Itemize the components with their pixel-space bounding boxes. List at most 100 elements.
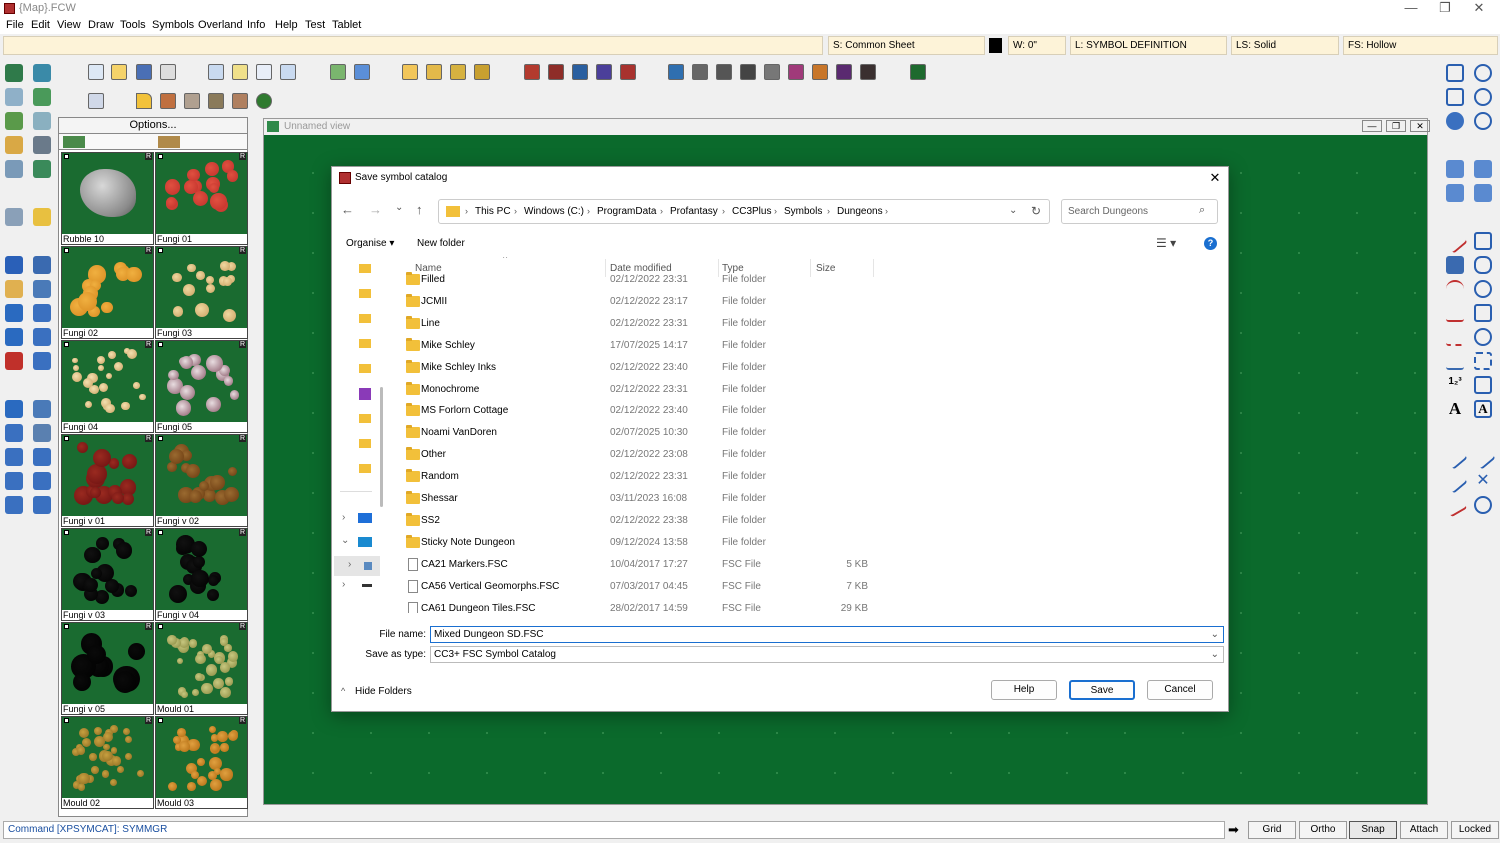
- catalog-manager-icon[interactable]: [474, 64, 490, 80]
- rectangle-icon[interactable]: [5, 472, 23, 490]
- stretch-icon[interactable]: [33, 352, 51, 370]
- offset-icon[interactable]: [33, 448, 51, 466]
- snap-center-icon[interactable]: [1474, 496, 1492, 514]
- palette-tab-catalog-icon[interactable]: [158, 136, 180, 148]
- line-icon[interactable]: [1442, 228, 1468, 254]
- terrain-icon[interactable]: [33, 88, 51, 106]
- symbol-checkbox[interactable]: [158, 718, 163, 723]
- copy-icon[interactable]: [208, 64, 224, 80]
- symbol-checkbox[interactable]: [158, 154, 163, 159]
- symbol-cell[interactable]: R Fungi v 02: [155, 434, 248, 527]
- symbol-cell[interactable]: R Mould 01: [155, 622, 248, 715]
- undo-icon[interactable]: [5, 256, 23, 274]
- symbol-cell[interactable]: R Fungi v 03: [61, 528, 154, 621]
- hand-icon[interactable]: [232, 93, 248, 109]
- scale-xy-icon[interactable]: [33, 424, 51, 442]
- frame-icon[interactable]: [33, 472, 51, 490]
- smooth-poly-icon[interactable]: [1474, 328, 1492, 346]
- map-minimize-button[interactable]: —: [1362, 120, 1382, 132]
- layers-icon[interactable]: [33, 208, 51, 226]
- save-button[interactable]: Save: [1069, 680, 1135, 700]
- move-icon[interactable]: [5, 304, 23, 322]
- template-magenta-icon[interactable]: [788, 64, 804, 80]
- ortho-toggle[interactable]: Ortho: [1299, 821, 1347, 839]
- monitor-icon[interactable]: [5, 160, 23, 178]
- print-icon[interactable]: [160, 64, 176, 80]
- folder-row[interactable]: Filled 02/12/2022 23:31 File folder: [390, 269, 1216, 291]
- fill-style-selector[interactable]: FS: Hollow: [1343, 36, 1498, 55]
- crumb-this-pc[interactable]: This PC: [475, 206, 511, 217]
- symbol-checkbox[interactable]: [64, 718, 69, 723]
- address-bar[interactable]: › This PC › Windows (C:) › ProgramData ›…: [438, 199, 1050, 224]
- save-icon[interactable]: [136, 64, 152, 80]
- crumb-programdata[interactable]: ProgramData: [597, 206, 656, 217]
- expand-chevron-icon[interactable]: ›: [348, 559, 351, 570]
- menu-help[interactable]: Help: [275, 19, 298, 31]
- dimension-icon[interactable]: [1474, 376, 1492, 394]
- nav-folder-icon[interactable]: [359, 314, 371, 323]
- shape-icon[interactable]: [1474, 304, 1492, 322]
- snap-toggle[interactable]: Snap: [1349, 821, 1397, 839]
- template-blue-2-icon[interactable]: [668, 64, 684, 80]
- folder-row[interactable]: SS2 02/12/2022 23:38 File folder: [390, 510, 1216, 532]
- symbol-checkbox[interactable]: [158, 342, 163, 347]
- landscape-icon[interactable]: [5, 112, 23, 130]
- nav-folder-icon[interactable]: [359, 364, 371, 373]
- zoom-map-icon[interactable]: [5, 64, 23, 82]
- snap-mid-icon[interactable]: [1442, 468, 1468, 494]
- symbol-checkbox[interactable]: [64, 530, 69, 535]
- view-options-icon[interactable]: ☰ ▾: [1156, 236, 1176, 250]
- template-gray-4-icon[interactable]: [764, 64, 780, 80]
- symbol-cell[interactable]: R Fungi 04: [61, 340, 154, 433]
- minimize-button[interactable]: —: [1392, 0, 1430, 17]
- folder-row[interactable]: Noami VanDoren 02/07/2025 10:30 File folde…: [390, 422, 1216, 444]
- template-orange-icon[interactable]: [812, 64, 828, 80]
- template-red-2-icon[interactable]: [548, 64, 564, 80]
- nav-folder-icon[interactable]: [359, 414, 371, 423]
- recent-chevron-icon[interactable]: ⌄: [395, 202, 403, 213]
- dialog-close-icon[interactable]: ✕: [1206, 169, 1224, 187]
- explode-icon[interactable]: [5, 352, 23, 370]
- this-pc-icon[interactable]: [358, 537, 372, 547]
- symbol-checkbox[interactable]: [64, 248, 69, 253]
- polygon-icon[interactable]: [1474, 256, 1492, 274]
- command-line[interactable]: Command [XPSYMCAT]: SYMMGR: [3, 821, 1225, 839]
- file-row[interactable]: CA21 Markers.FSC 10/04/2017 17:27 FSC File…: [390, 554, 1216, 576]
- transfer-icon[interactable]: [33, 160, 51, 178]
- import-icon[interactable]: [330, 64, 346, 80]
- pen-icon[interactable]: [1446, 256, 1464, 274]
- back-arrow-icon[interactable]: ←: [341, 202, 354, 217]
- layout-icon[interactable]: [33, 112, 51, 130]
- fractal-icon[interactable]: [1446, 352, 1464, 370]
- help-button[interactable]: Help: [991, 680, 1057, 700]
- paste-icon[interactable]: [232, 64, 248, 80]
- properties-icon[interactable]: [280, 64, 296, 80]
- symbol-checkbox[interactable]: [158, 436, 163, 441]
- eyedropper-icon[interactable]: [33, 256, 51, 274]
- attach-toggle[interactable]: Attach: [1400, 821, 1448, 839]
- zoom-out-icon[interactable]: [1474, 88, 1492, 106]
- symbol-checkbox[interactable]: [158, 248, 163, 253]
- forward-arrow-icon[interactable]: →: [369, 202, 382, 217]
- file-name-input[interactable]: Mixed Dungeon SD.FSC ⌄: [430, 626, 1224, 643]
- save-type-dropdown-icon[interactable]: ⌄: [1211, 647, 1219, 662]
- coords-icon[interactable]: [5, 88, 23, 106]
- boat-icon[interactable]: [160, 93, 176, 109]
- feather-icon[interactable]: [208, 93, 224, 109]
- symbol-checkbox[interactable]: [64, 436, 69, 441]
- command-history-icon[interactable]: ➡: [1228, 823, 1244, 837]
- prompt-field[interactable]: [3, 36, 823, 55]
- menu-tools[interactable]: Tools: [120, 19, 146, 31]
- menu-edit[interactable]: Edit: [31, 19, 50, 31]
- dropbox-icon[interactable]: [358, 513, 372, 523]
- symbol-cell[interactable]: R Mould 03: [155, 716, 248, 809]
- rectangle-tool-icon[interactable]: [1474, 232, 1492, 250]
- menu-test[interactable]: Test: [305, 19, 325, 31]
- line-tool-icon[interactable]: [5, 496, 23, 514]
- text-properties-icon[interactable]: [33, 400, 51, 418]
- folder-row[interactable]: MS Forlorn Cottage 02/12/2022 23:40 File f…: [390, 400, 1216, 422]
- new-folder-button[interactable]: New folder: [417, 238, 465, 249]
- nav-video-icon[interactable]: [359, 388, 371, 400]
- line-style-selector[interactable]: LS: Solid: [1231, 36, 1339, 55]
- palette-options-button[interactable]: Options...: [59, 118, 247, 134]
